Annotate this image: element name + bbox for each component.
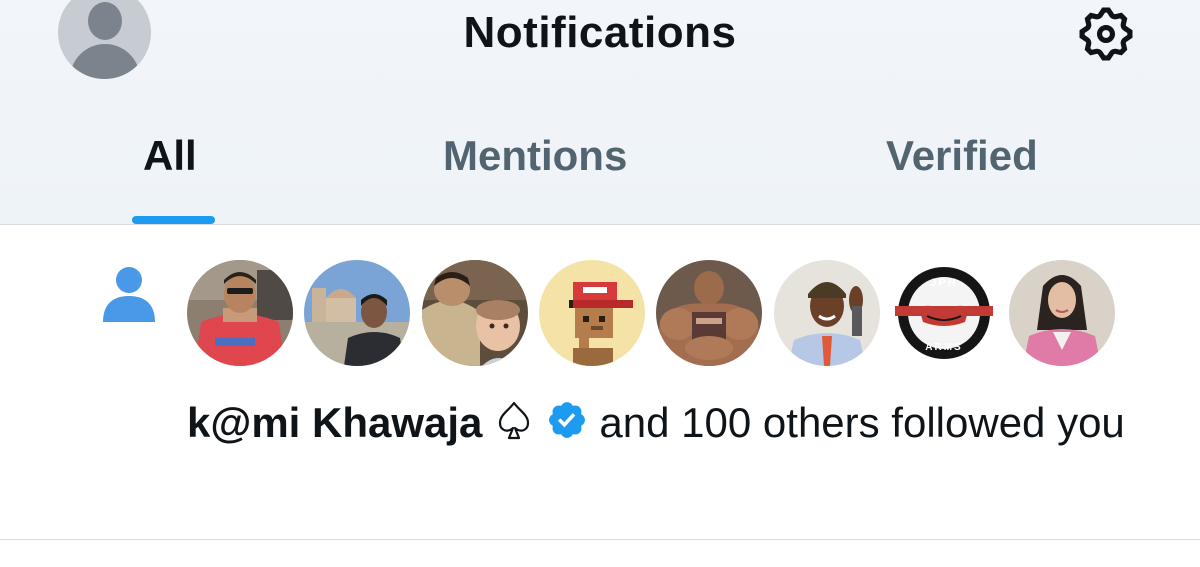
notifications-page: Notifications All Mentions Verified JPH …: [0, 0, 1200, 567]
notification-text: k@mi Khawaja and 100 others followed you: [187, 393, 1177, 452]
avatar[interactable]: [187, 260, 293, 366]
verified-badge-icon: [548, 402, 585, 438]
page-title: Notifications: [463, 8, 737, 57]
divider: [0, 539, 1200, 540]
follower-name[interactable]: k@mi Khawaja: [187, 399, 482, 446]
svg-text:ARMS: ARMS: [925, 342, 962, 353]
tab-all[interactable]: All: [143, 132, 197, 180]
tab-verified[interactable]: Verified: [886, 132, 1038, 180]
svg-text:JPH: JPH: [930, 277, 957, 289]
spade-icon: [498, 401, 530, 440]
avatar[interactable]: [539, 260, 645, 366]
avatar[interactable]: [422, 260, 528, 366]
active-tab-indicator: [132, 216, 215, 224]
gear-icon[interactable]: [1075, 3, 1137, 65]
avatar[interactable]: [774, 260, 880, 366]
notifications-header: Notifications All Mentions Verified: [0, 0, 1200, 224]
avatar[interactable]: [304, 260, 410, 366]
tab-mentions[interactable]: Mentions: [443, 132, 627, 180]
avatar[interactable]: JPH ARMS: [891, 260, 997, 366]
avatar[interactable]: [656, 260, 762, 366]
notification-body: and 100 others followed you: [599, 399, 1125, 446]
person-icon: [103, 267, 155, 322]
avatar[interactable]: [1009, 260, 1115, 366]
divider: [0, 224, 1200, 225]
